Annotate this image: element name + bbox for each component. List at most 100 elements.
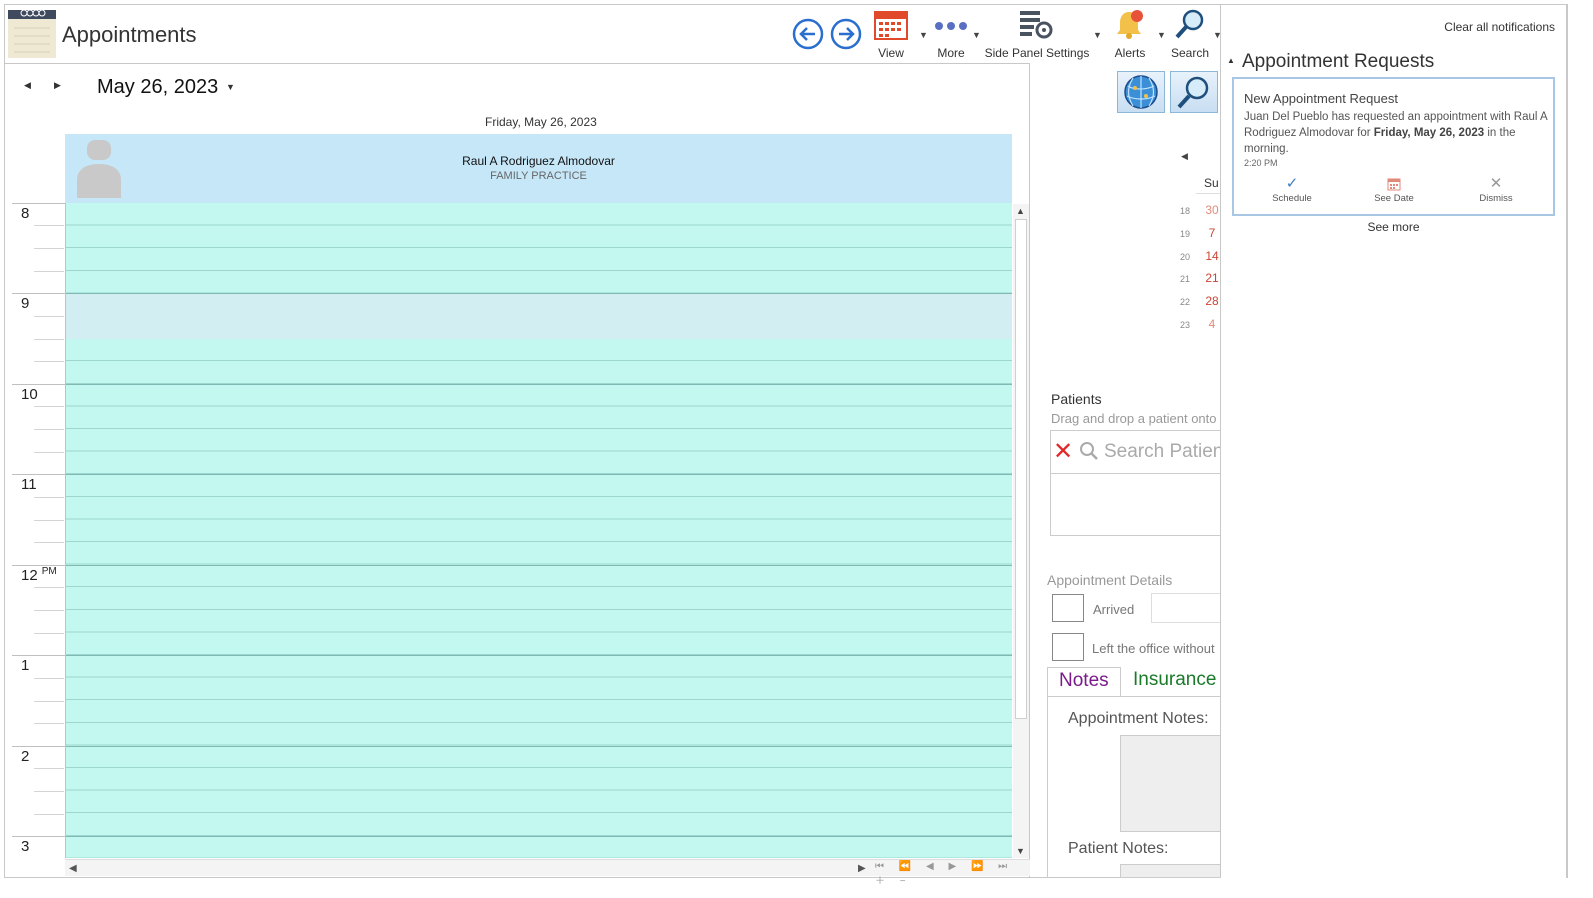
view-dropdown-icon[interactable]: ▼ (919, 30, 928, 40)
mini-calendar-day[interactable]: 7 (1203, 226, 1221, 240)
checkmark-icon: ✓ (1285, 175, 1299, 192)
patients-title: Patients (1051, 391, 1102, 407)
search-icon (1177, 76, 1209, 109)
mini-calendar-day[interactable]: 30 (1203, 203, 1221, 217)
navigation-controls[interactable]: ⏮ ⏪ ◀ ▶ ⏩ ⏭ ＋ − (875, 861, 1030, 887)
day-label: Friday, May 26, 2023 (485, 115, 597, 129)
collapse-section-icon[interactable]: ▲ (1227, 56, 1235, 65)
search-button[interactable]: Search (1168, 6, 1212, 60)
more-label: More (937, 46, 965, 60)
patient-search-input[interactable]: Search Patient (1104, 441, 1229, 463)
appointment-requests-title: Appointment Requests (1242, 51, 1435, 72)
scroll-thumb[interactable] (1015, 219, 1027, 719)
side-panel-dropdown-icon[interactable]: ▼ (1093, 30, 1102, 40)
alerts-label: Alerts (1114, 46, 1146, 60)
notifications-panel: Clear all notifications ▲ Appointment Re… (1220, 5, 1567, 878)
person-placeholder-icon (77, 140, 121, 198)
tab-notes[interactable]: Notes (1047, 667, 1121, 696)
arrived-label: Arrived (1093, 602, 1135, 617)
appointment-notes-textarea[interactable] (1120, 735, 1226, 832)
notification-title: New Appointment Request (1244, 91, 1398, 106)
hour-label: 3 (21, 838, 30, 855)
mini-calendar-day[interactable]: 4 (1203, 317, 1221, 331)
side-panel-settings-button[interactable]: Side Panel Settings (984, 6, 1090, 60)
see-more-link[interactable]: See more (1221, 220, 1566, 234)
patient-notes-label: Patient Notes: (1068, 840, 1169, 857)
more-dots-icon (935, 22, 967, 30)
notification-card[interactable]: New Appointment Request Juan Del Pueblo … (1232, 77, 1555, 216)
week-number: 20 (1180, 252, 1191, 262)
prev-day-icon[interactable]: ◀ (24, 80, 31, 91)
next-day-icon[interactable]: ▶ (54, 80, 61, 91)
search-label: Search (1170, 46, 1210, 60)
back-arrow-icon (792, 18, 824, 50)
tab-insurance-label: Insurance (1133, 669, 1217, 690)
hour-label: 11 (21, 476, 37, 493)
globe-icon (1124, 75, 1158, 109)
mini-calendar-day[interactable]: 14 (1203, 249, 1221, 263)
mini-calendar-day[interactable]: 28 (1203, 294, 1221, 308)
hour-label: 10 (21, 386, 38, 403)
mini-calendar-day[interactable]: 21 (1203, 271, 1221, 285)
calendar-icon (874, 11, 908, 40)
bell-icon (1117, 10, 1143, 39)
dismiss-button[interactable]: ✕ Dismiss (1456, 175, 1536, 204)
schedule-button[interactable]: ✓ Schedule (1252, 175, 1332, 204)
forward-arrow-button[interactable] (830, 18, 862, 50)
back-arrow-button[interactable] (792, 18, 824, 50)
find-button[interactable] (1170, 71, 1218, 113)
arrived-time-field[interactable] (1151, 593, 1226, 623)
arrived-checkbox[interactable] (1052, 594, 1084, 622)
scroll-up-icon[interactable]: ▲ (1016, 206, 1025, 216)
more-button[interactable]: More (928, 6, 974, 60)
appointment-notes-label: Appointment Notes: (1068, 710, 1209, 727)
vertical-scrollbar[interactable]: ▲ ▼ (1013, 204, 1029, 858)
scroll-down-icon[interactable]: ▼ (1016, 846, 1025, 856)
notification-body: Juan Del Pueblo has requested an appoint… (1244, 109, 1549, 157)
patient-search-box[interactable]: ✕ Search Patient (1050, 430, 1229, 536)
pm-marker: PM (41, 566, 57, 577)
scroll-right-icon[interactable]: ▶ (858, 863, 866, 874)
calendar-icon (1354, 175, 1434, 193)
tab-insurance[interactable]: Insurance (1121, 667, 1231, 696)
hour-label: 2 (21, 748, 30, 765)
globe-button[interactable] (1117, 71, 1165, 113)
notification-date: Friday, May 26, 2023 (1373, 127, 1485, 139)
noon-hour: 12 (21, 567, 38, 584)
tab-notes-label: Notes (1059, 670, 1109, 691)
date-dropdown-icon[interactable]: ▼ (226, 82, 235, 92)
clear-all-notifications-link[interactable]: Clear all notifications (1444, 20, 1555, 34)
view-label: View (878, 46, 904, 60)
patient-notes-textarea[interactable] (1120, 864, 1226, 878)
left-office-checkbox[interactable] (1052, 633, 1084, 661)
mini-calendar-divider (1196, 193, 1220, 194)
app-logo-icon (8, 9, 56, 58)
more-dropdown-icon[interactable]: ▼ (972, 30, 981, 40)
hour-label: 9 (21, 295, 30, 312)
appointment-grid[interactable] (65, 203, 1012, 858)
settings-grid-icon (1020, 11, 1053, 39)
highlighted-slot[interactable] (66, 294, 1012, 339)
see-date-button[interactable]: See Date (1354, 175, 1434, 204)
notification-time: 2:20 PM (1244, 158, 1278, 168)
avatar (73, 140, 125, 198)
scroll-left-icon[interactable]: ◀ (69, 863, 77, 874)
hour-label: 8 (21, 205, 30, 222)
week-number: 18 (1180, 206, 1191, 216)
hour-label: 1 (21, 657, 30, 674)
side-panel-settings-label: Side Panel Settings (984, 46, 1090, 60)
alerts-dropdown-icon[interactable]: ▼ (1157, 30, 1166, 40)
current-date[interactable]: May 26, 2023 (97, 76, 218, 99)
week-number: 23 (1180, 320, 1191, 330)
resource-header: Raul A Rodriguez Almodovar FAMILY PRACTI… (65, 134, 1012, 203)
week-number: 22 (1180, 297, 1191, 307)
schedule-label: Schedule (1272, 193, 1312, 204)
alerts-button[interactable]: Alerts (1108, 6, 1152, 60)
resource-name: Raul A Rodriguez Almodovar (462, 154, 615, 168)
view-button[interactable]: View (868, 6, 914, 60)
week-number: 21 (1180, 274, 1191, 284)
clear-search-icon[interactable]: ✕ (1053, 438, 1073, 466)
search-icon (1079, 441, 1099, 466)
horizontal-scrollbar[interactable]: ◀ ▶ ⏮ ⏪ ◀ ▶ ⏩ ⏭ ＋ − (65, 859, 1030, 887)
mini-calendar-prev-icon[interactable]: ◀ (1181, 151, 1188, 162)
